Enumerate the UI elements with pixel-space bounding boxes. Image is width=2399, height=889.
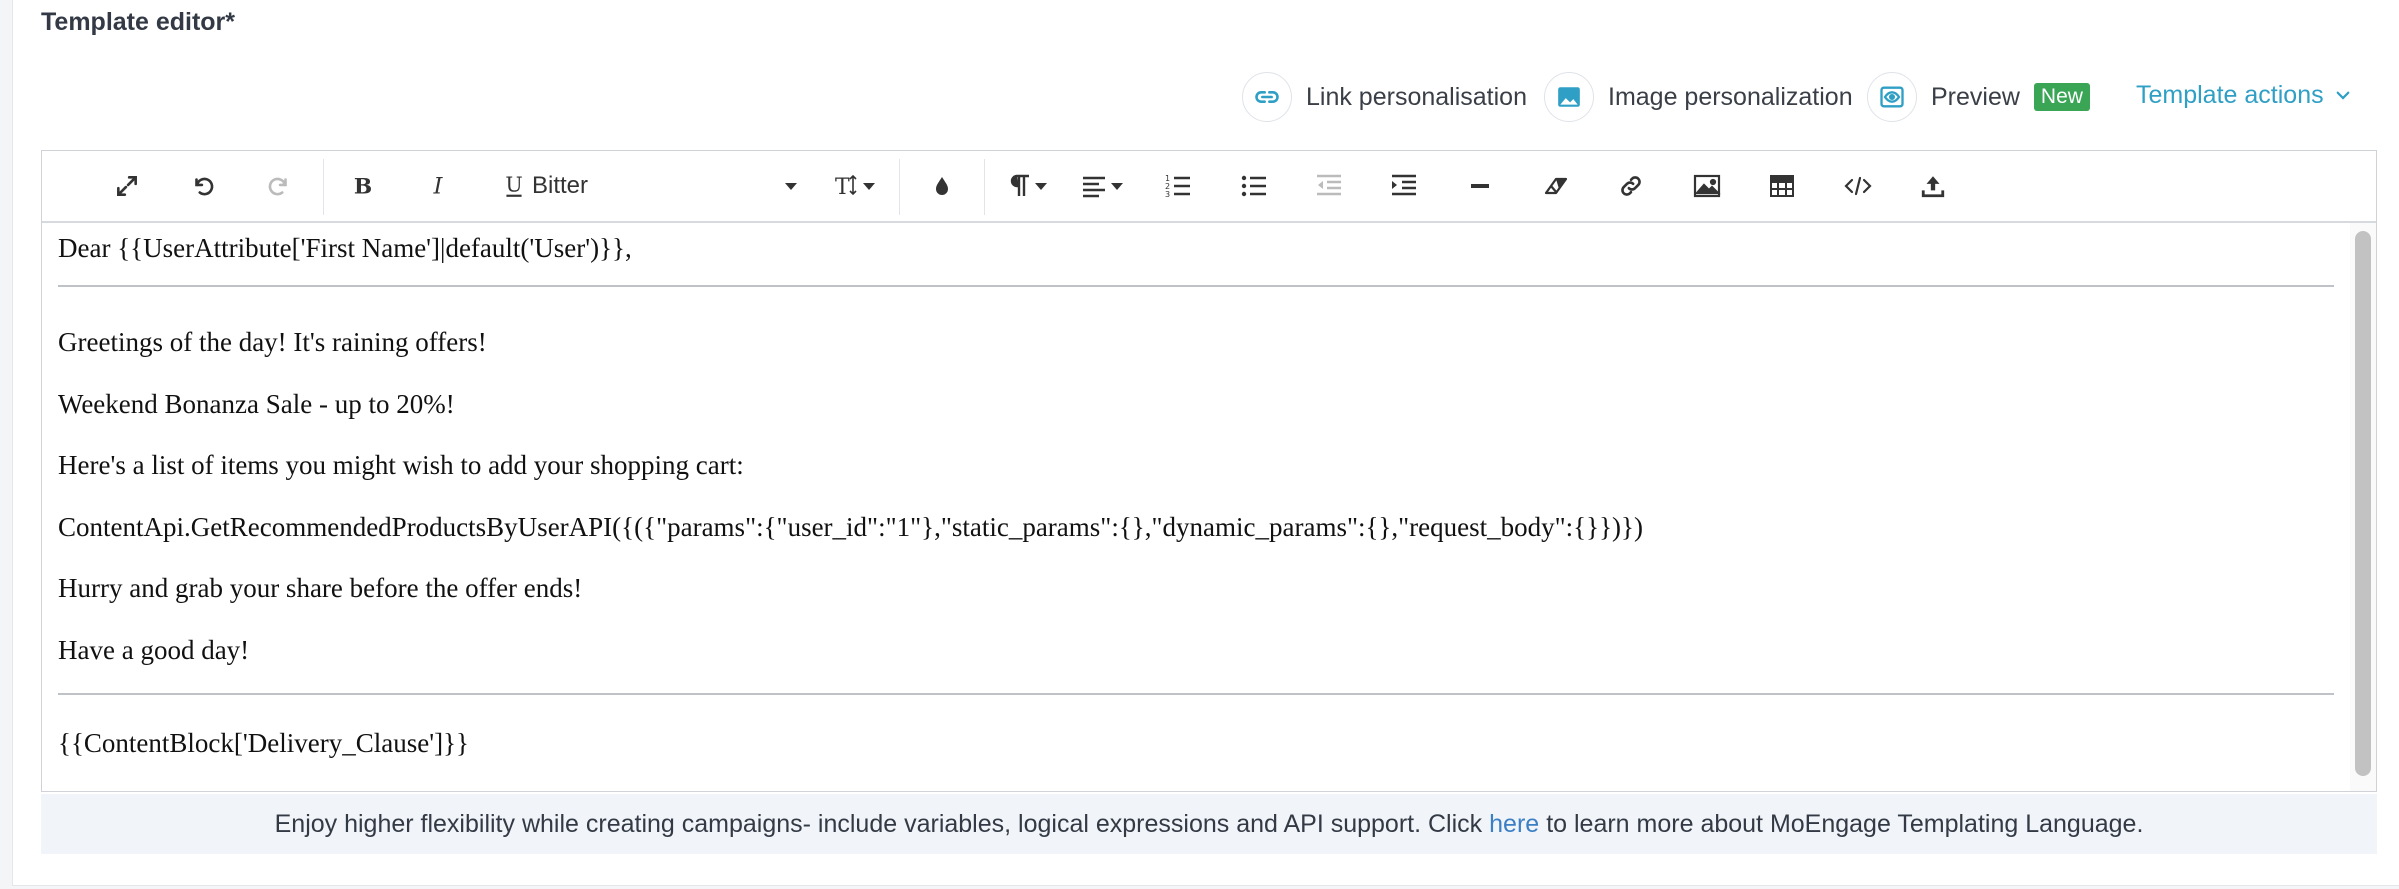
- paragraph-icon[interactable]: [998, 151, 1058, 221]
- horizontal-rule: [58, 285, 2334, 287]
- code-view-icon[interactable]: [1833, 151, 1883, 221]
- svg-text:T: T: [835, 175, 850, 200]
- italic-icon[interactable]: I: [413, 151, 463, 221]
- content-line: Greetings of the day! It's raining offer…: [58, 327, 487, 357]
- editor-toolbar: B I U Bitter T 123: [42, 151, 2376, 223]
- svg-text:U: U: [505, 173, 522, 196]
- image-personalization-button[interactable]: Image personalization: [1544, 70, 1853, 124]
- content-api-line: ContentApi.GetRecommendedProductsByUserA…: [58, 512, 1643, 542]
- font-family-select[interactable]: Bitter: [532, 151, 812, 221]
- redo-icon[interactable]: [254, 151, 304, 221]
- preview-label: Preview: [1931, 82, 2020, 111]
- text-color-icon[interactable]: [917, 151, 967, 221]
- caret-down-icon: [785, 183, 797, 190]
- preview-button[interactable]: Preview New: [1867, 70, 2090, 124]
- template-editor-title: Template editor*: [41, 8, 236, 36]
- footer-text-before: Enjoy higher flexibility while creating …: [274, 809, 1483, 838]
- rich-text-editor: B I U Bitter T 123 Dear {{UserAttribute[…: [41, 150, 2377, 792]
- horizontal-rule-icon[interactable]: [1455, 151, 1505, 221]
- greeting-line: Dear {{UserAttribute['First Name']|defau…: [58, 233, 632, 263]
- content-block-line: {{ContentBlock['Delivery_Clause']}}: [58, 728, 469, 758]
- link-personalisation-button[interactable]: Link personalisation: [1242, 70, 1527, 124]
- scrollbar-thumb[interactable]: [2355, 231, 2371, 776]
- toolbar-separator: [899, 159, 900, 215]
- template-actions-label: Template actions: [2136, 80, 2324, 109]
- personalization-actions: Link personalisation Image personalizati…: [0, 70, 2399, 124]
- table-icon[interactable]: [1757, 151, 1807, 221]
- image-icon: [1544, 72, 1594, 122]
- learn-more-link[interactable]: here: [1489, 810, 1539, 839]
- templating-info-footer: Enjoy higher flexibility while creating …: [41, 794, 2377, 854]
- outdent-icon[interactable]: [1304, 151, 1354, 221]
- undo-icon[interactable]: [178, 151, 228, 221]
- insert-link-icon[interactable]: [1606, 151, 1656, 221]
- svg-text:3: 3: [1165, 190, 1170, 199]
- clear-format-icon[interactable]: [1531, 151, 1581, 221]
- font-family-value: Bitter: [532, 172, 589, 199]
- svg-text:B: B: [354, 175, 372, 199]
- content-line: Hurry and grab your share before the off…: [58, 573, 583, 603]
- preview-icon: [1867, 72, 1917, 122]
- horizontal-rule: [58, 693, 2334, 695]
- align-icon[interactable]: [1074, 151, 1134, 221]
- ordered-list-icon[interactable]: 123: [1153, 151, 1203, 221]
- content-line: Here's a list of items you might wish to…: [58, 450, 744, 480]
- toolbar-separator: [984, 159, 985, 215]
- editor-content[interactable]: Dear {{UserAttribute['First Name']|defau…: [42, 223, 2352, 791]
- svg-text:I: I: [433, 174, 444, 199]
- chevron-down-icon: [2336, 91, 2349, 100]
- content-line: Have a good day!: [58, 635, 250, 665]
- editor-scrollbar[interactable]: [2350, 223, 2376, 791]
- toolbar-separator: [323, 159, 324, 215]
- footer-text-after: to learn more about MoEngage Templating …: [1546, 809, 2144, 838]
- content-line: Weekend Bonanza Sale - up to 20%!: [58, 389, 455, 419]
- bold-icon[interactable]: B: [338, 151, 388, 221]
- insert-image-icon[interactable]: [1682, 151, 1732, 221]
- font-size-icon[interactable]: T: [828, 151, 888, 221]
- template-actions-dropdown[interactable]: Template actions: [2136, 70, 2352, 120]
- image-personalization-label: Image personalization: [1608, 82, 1853, 111]
- link-icon: [1242, 72, 1292, 122]
- link-personalisation-label: Link personalisation: [1306, 82, 1527, 111]
- indent-icon[interactable]: [1379, 151, 1429, 221]
- unordered-list-icon[interactable]: [1229, 151, 1279, 221]
- upload-icon[interactable]: [1908, 151, 1958, 221]
- fullscreen-icon[interactable]: [102, 151, 152, 221]
- new-badge: New: [2033, 83, 2090, 111]
